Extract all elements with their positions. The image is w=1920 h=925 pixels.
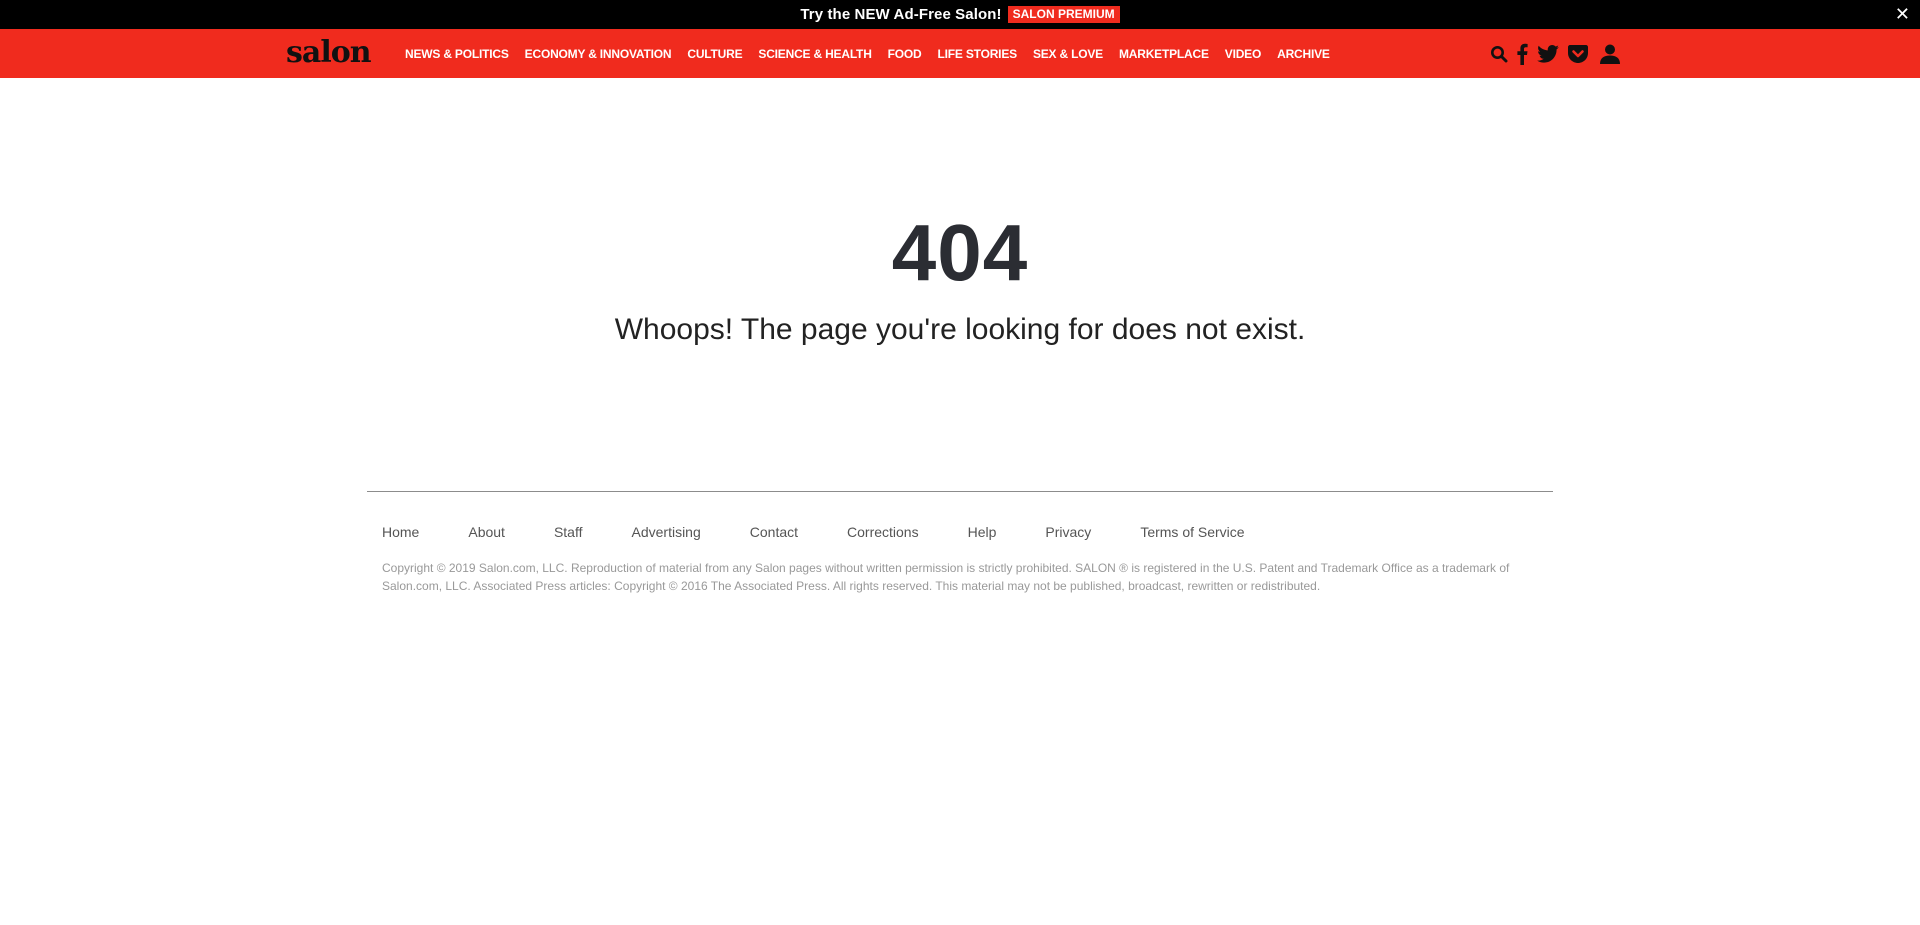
nav-item-economy-innovation[interactable]: ECONOMY & INNOVATION [525, 47, 672, 61]
footer-link-corrections[interactable]: Corrections [847, 524, 919, 540]
nav-item-video[interactable]: VIDEO [1225, 47, 1262, 61]
footer-links: Home About Staff Advertising Contact Cor… [382, 524, 1245, 540]
error-message: Whoops! The page you're looking for does… [614, 313, 1306, 346]
user-icon[interactable] [1599, 41, 1621, 67]
error-code: 404 [891, 208, 1029, 297]
nav-icons [1488, 41, 1621, 67]
nav-menu: NEWS & POLITICS ECONOMY & INNOVATION CUL… [405, 29, 1346, 78]
footer-link-about[interactable]: About [468, 524, 505, 540]
footer-link-staff[interactable]: Staff [554, 524, 583, 540]
promo-text: Try the NEW Ad-Free Salon! [800, 6, 1002, 23]
footer-link-advertising[interactable]: Advertising [632, 524, 701, 540]
footer-divider [367, 491, 1553, 492]
search-icon[interactable] [1488, 41, 1510, 67]
footer-link-home[interactable]: Home [382, 524, 419, 540]
nav-item-food[interactable]: FOOD [888, 47, 922, 61]
nav-item-sex-love[interactable]: SEX & LOVE [1033, 47, 1103, 61]
nav-item-archive[interactable]: ARCHIVE [1277, 47, 1330, 61]
main-navbar: salon NEWS & POLITICS ECONOMY & INNOVATI… [0, 29, 1920, 78]
nav-item-science-health[interactable]: SCIENCE & HEALTH [758, 47, 871, 61]
footer-link-contact[interactable]: Contact [750, 524, 798, 540]
facebook-icon[interactable] [1516, 41, 1528, 67]
twitter-icon[interactable] [1536, 41, 1560, 67]
close-icon[interactable]: ✕ [1895, 4, 1910, 24]
footer-link-privacy[interactable]: Privacy [1045, 524, 1091, 540]
footer-link-terms[interactable]: Terms of Service [1140, 524, 1244, 540]
footer-copyright: Copyright © 2019 Salon.com, LLC. Reprodu… [382, 561, 1510, 593]
salon-premium-badge[interactable]: SALON PREMIUM [1007, 6, 1120, 23]
nav-item-culture[interactable]: CULTURE [687, 47, 742, 61]
footer-link-help[interactable]: Help [968, 524, 997, 540]
nav-item-life-stories[interactable]: LIFE STORIES [938, 47, 1018, 61]
promo-bar: Try the NEW Ad-Free Salon! SALON PREMIUM… [0, 0, 1920, 29]
salon-logo[interactable]: salon [286, 35, 372, 71]
nav-item-marketplace[interactable]: MARKETPLACE [1119, 47, 1209, 61]
pocket-icon[interactable] [1567, 41, 1589, 67]
nav-item-news-politics[interactable]: NEWS & POLITICS [405, 47, 509, 61]
